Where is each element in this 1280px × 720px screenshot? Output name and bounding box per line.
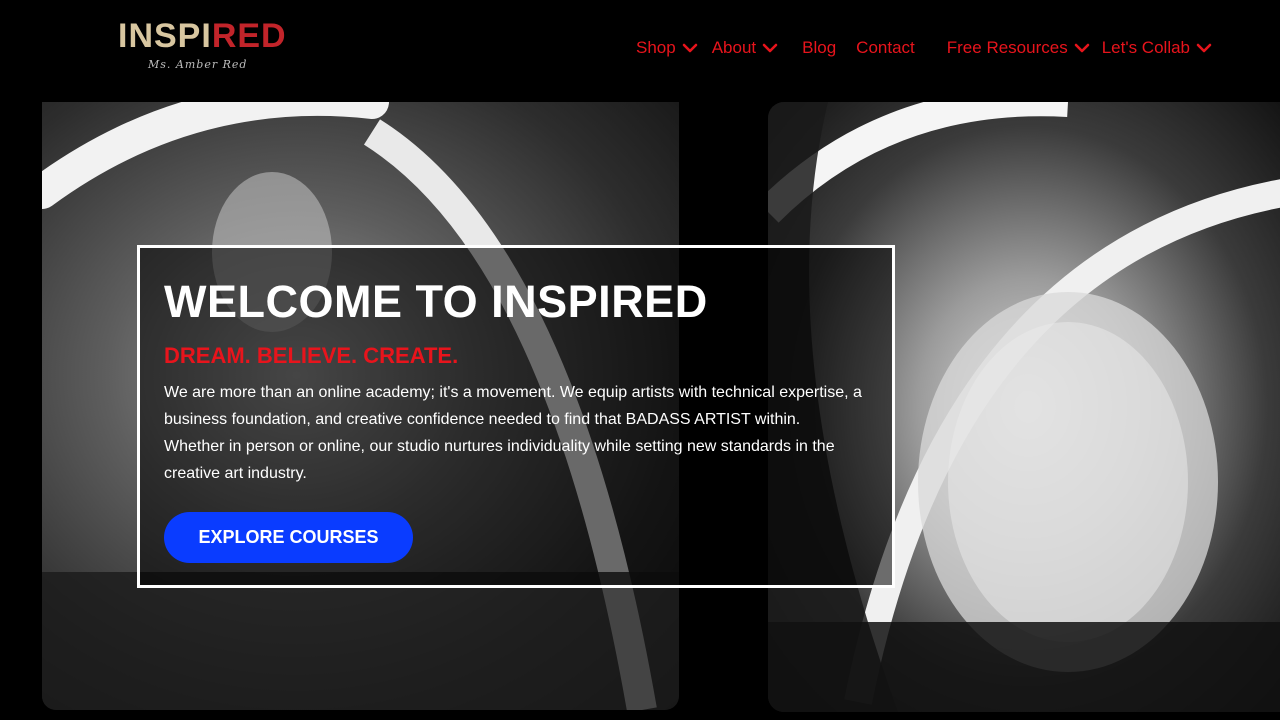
chevron-down-icon (1196, 40, 1212, 56)
nav-item-label: Contact (856, 38, 915, 57)
chevron-down-icon (1074, 40, 1090, 56)
logo-signature: Ms. Amber Red (148, 58, 248, 71)
nav-item-label: Let's Collab (1101, 38, 1190, 57)
hero-tagline: DREAM. BELIEVE. CREATE. (164, 343, 459, 368)
nav-item-shop[interactable]: Shop (636, 36, 698, 60)
nav-item-label: Blog (802, 38, 837, 57)
hero-title: WELCOME TO INSPIRED (164, 276, 708, 327)
hero-card: WELCOME TO INSPIRED DREAM. BELIEVE. CREA… (137, 245, 895, 588)
logo-wordmark: INSPIRED (118, 16, 287, 56)
chevron-down-icon (682, 40, 698, 56)
logo-text-part1: INSPI (118, 17, 212, 55)
nav-item-contact[interactable]: Contact (856, 36, 915, 60)
nav-item-label: Free Resources (946, 38, 1068, 57)
page: INSPIRED Ms. Amber Red Shop About Blog C… (0, 0, 1280, 720)
explore-courses-button[interactable]: EXPLORE COURSES (164, 512, 413, 563)
nav-item-label: About (711, 38, 757, 57)
main-nav: Shop About Blog Contact Free Resources L… (636, 36, 1212, 60)
chevron-down-icon (762, 40, 778, 56)
hero-description: We are more than an online academy; it's… (164, 384, 862, 482)
site-header: INSPIRED Ms. Amber Red Shop About Blog C… (0, 0, 1280, 100)
nav-item-free-resources[interactable]: Free Resources (947, 36, 1090, 60)
nav-item-blog[interactable]: Blog (802, 36, 836, 60)
nav-item-lets-collab[interactable]: Let's Collab (1102, 36, 1212, 60)
site-logo[interactable]: INSPIRED Ms. Amber Red (118, 16, 286, 78)
logo-text-part2: RED (211, 17, 287, 55)
nav-item-label: Shop (636, 38, 676, 57)
nav-item-about[interactable]: About (712, 36, 778, 60)
